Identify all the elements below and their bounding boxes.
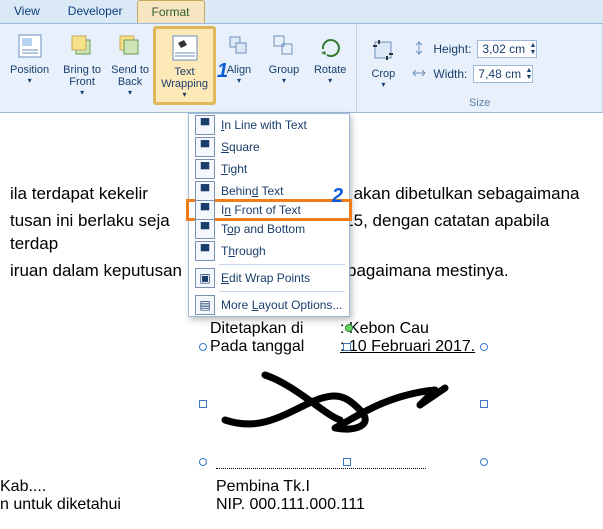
dropdown-icon: ▾ [381, 80, 385, 89]
text-wrapping-icon [169, 32, 201, 64]
square-icon: ▀ [195, 137, 215, 157]
dropdown-icon: ▾ [282, 76, 286, 85]
menu-separator [219, 264, 345, 265]
width-icon [411, 65, 427, 81]
selection-handle[interactable] [480, 343, 488, 351]
doc-text: iruan dalam keputusan [10, 261, 182, 280]
behind-icon: ▀ [195, 181, 215, 201]
menu-separator [219, 291, 345, 292]
tanggal-value: : 10 Februari 2017. [340, 338, 475, 356]
send-back-icon [114, 30, 146, 62]
editwrap-icon: ▣ [195, 268, 215, 288]
selection-handle[interactable] [199, 400, 207, 408]
morelayout-icon: ▤ [195, 295, 215, 315]
text-wrapping-button[interactable]: Text Wrapping ▾ [153, 26, 216, 105]
ribbon-tabs: View Developer Format [0, 0, 603, 24]
nip-text: NIP. 000.111.000.111 [216, 496, 365, 514]
width-label: Width: [433, 67, 467, 81]
dropdown-icon: ▾ [328, 76, 332, 85]
tanggal-label: Pada tanggal [210, 338, 340, 356]
group-button-label: Group [269, 64, 300, 76]
position-label: Position [10, 64, 49, 76]
ditetapkan-value: : Kebon Cau [340, 320, 429, 338]
width-row: Width: 7,48 cm ▲▼ [411, 63, 537, 85]
height-icon [411, 40, 427, 56]
spinner-icon[interactable]: ▲▼ [529, 42, 536, 56]
pembina-text: Pembina Tk.I [216, 478, 365, 496]
rotate-handle[interactable] [345, 324, 353, 332]
dropdown-icon: ▾ [28, 76, 32, 85]
width-value: 7,48 cm [478, 67, 521, 81]
height-label: Height: [433, 42, 471, 56]
selection-handle[interactable] [343, 343, 351, 351]
through-icon: ▀ [195, 241, 215, 261]
doc-text: tusan ini berlaku seja [10, 211, 170, 230]
tab-view[interactable]: View [0, 0, 54, 23]
selection-handle[interactable] [480, 458, 488, 466]
dropdown-icon: ▾ [183, 90, 187, 99]
doc-text: bagaimana mestinya. [347, 261, 509, 280]
group-size: Crop ▾ Height: 3,02 cm▲▼ Width: 7,48 cm▲… [357, 24, 603, 112]
tight-icon: ▀ [195, 159, 215, 179]
rotate-label: Rotate [314, 64, 346, 76]
menu-inline-with-text[interactable]: ▀IIn Line with Textn Line with Text [189, 114, 349, 136]
menu-square[interactable]: ▀Square [189, 136, 349, 158]
height-row: Height: 3,02 cm ▲▼ [411, 38, 537, 60]
menu-edit-wrap-points[interactable]: ▣Edit Wrap Points [189, 267, 349, 289]
ditetapkan-label: Ditetapkan di [210, 320, 340, 338]
selection-handle[interactable] [480, 400, 488, 408]
ribbon: Position ▾ Bring to Front ▾ Send to Back… [0, 24, 603, 113]
bring-to-front-button[interactable]: Bring to Front ▾ [57, 26, 107, 101]
signature-image[interactable] [215, 360, 475, 450]
group-arrange: Position ▾ Bring to Front ▾ Send to Back… [0, 24, 357, 112]
text-wrapping-menu: ▀IIn Line with Textn Line with Text ▀Squ… [188, 113, 350, 317]
selection-handle[interactable] [343, 458, 351, 466]
topbottom-icon: ▀ [195, 219, 215, 239]
infront-icon: ▀ [195, 200, 215, 220]
tab-format[interactable]: Format [137, 0, 205, 23]
dropdown-icon: ▾ [80, 88, 84, 97]
width-input[interactable]: 7,48 cm ▲▼ [473, 65, 533, 83]
rotate-button[interactable]: Rotate ▾ [308, 26, 352, 89]
dotted-line [216, 468, 426, 469]
untuk-text: n untuk diketahui [0, 496, 121, 514]
spinner-icon[interactable]: ▲▼ [525, 67, 532, 81]
group-icon [268, 30, 300, 62]
menu-top-and-bottom[interactable]: ▀Top and Bottom [189, 218, 349, 240]
crop-button[interactable]: Crop ▾ [361, 30, 405, 93]
send-back-label: Send to Back [111, 64, 149, 88]
align-icon [223, 30, 255, 62]
bring-front-label: Bring to Front [63, 64, 101, 88]
crop-label: Crop [371, 68, 395, 80]
selection-handle[interactable] [199, 458, 207, 466]
inline-icon: ▀ [195, 115, 215, 135]
bring-front-icon [66, 30, 98, 62]
crop-icon [367, 34, 399, 66]
tab-developer[interactable]: Developer [54, 0, 137, 23]
height-value: 3,02 cm [482, 42, 525, 56]
dropdown-icon: ▾ [128, 88, 132, 97]
group-button[interactable]: Group ▾ [262, 26, 306, 89]
position-button[interactable]: Position ▾ [4, 26, 55, 89]
menu-through[interactable]: ▀Through [189, 240, 349, 262]
menu-tight[interactable]: ▀Tight [189, 158, 349, 180]
send-to-back-button[interactable]: Send to Back ▾ [109, 26, 151, 101]
doc-text: n ini, akan dibetulkan sebagaimana [313, 184, 580, 203]
kab-text: Kab.... [0, 478, 121, 496]
annotation-2: 2 [332, 185, 343, 208]
doc-text: ila terdapat kekelir [10, 184, 148, 203]
align-label: Align [227, 64, 251, 76]
position-icon [14, 30, 46, 62]
menu-more-layout-options[interactable]: ▤More Layout Options... [189, 294, 349, 316]
dropdown-icon: ▾ [237, 76, 241, 85]
group-size-label: Size [361, 97, 598, 111]
annotation-1: 1 [217, 60, 228, 83]
text-wrapping-label: Text Wrapping [161, 66, 208, 90]
rotate-icon [314, 30, 346, 62]
selection-handle[interactable] [199, 343, 207, 351]
height-input[interactable]: 3,02 cm ▲▼ [477, 40, 537, 58]
